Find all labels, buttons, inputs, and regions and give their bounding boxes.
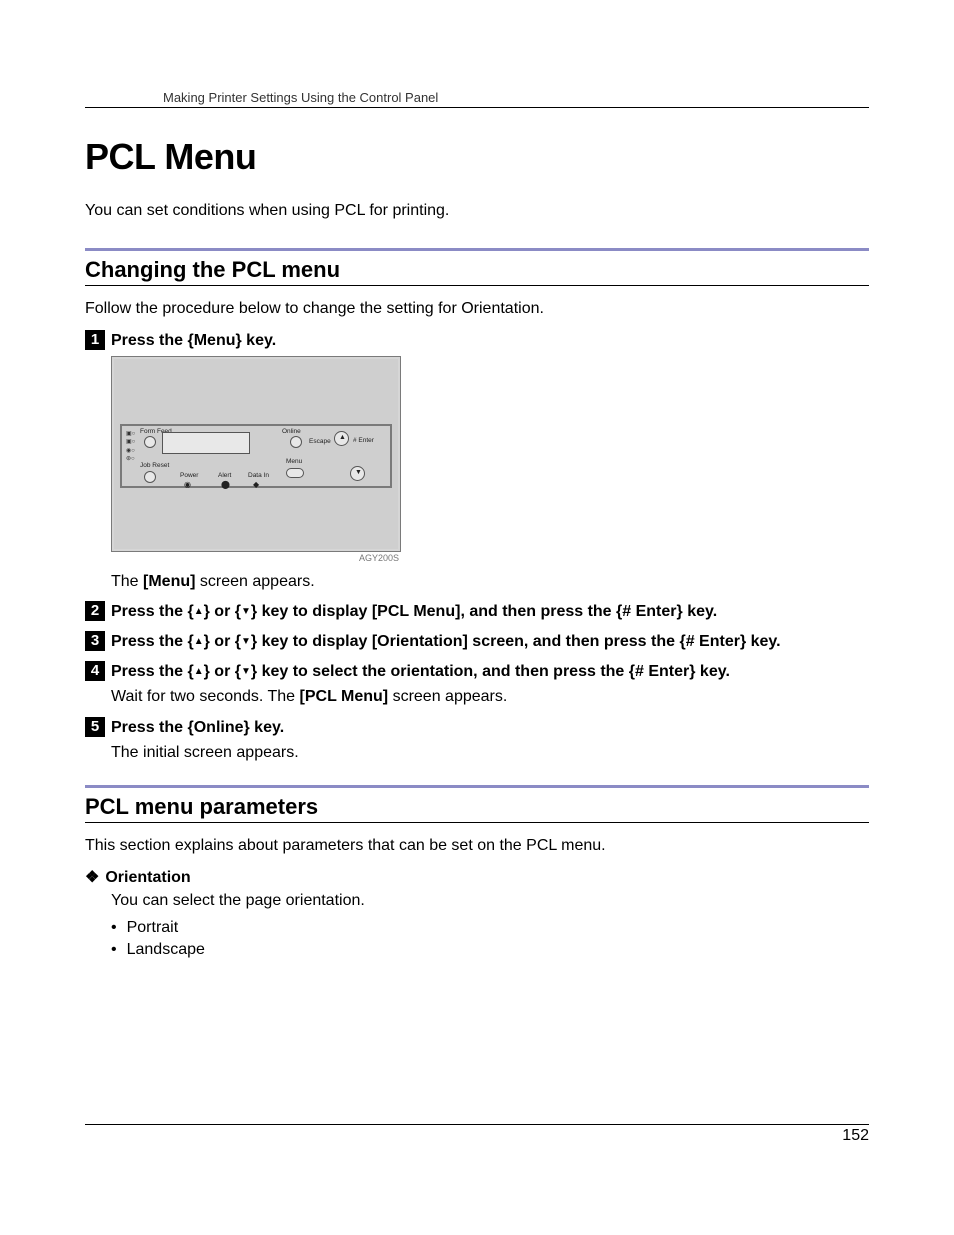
indicator-icons: ▣○▣○◉○⊛○ [126, 430, 135, 464]
text: The [111, 573, 143, 590]
top-rule [85, 107, 869, 108]
pcl-menu-ref: [PCL Menu] [372, 603, 461, 620]
label-data-in: Data In [248, 472, 269, 479]
page-number: 152 [85, 1127, 869, 1145]
param-name: Orientation [105, 869, 190, 887]
step-4-body: Wait for two seconds. The [PCL Menu] scr… [111, 686, 869, 708]
control-panel-figure: ▣○▣○◉○⊛○ Form Feed Job Reset Power ◉ Ale… [111, 356, 401, 563]
key-menu: Menu [194, 332, 236, 349]
label-menu: Menu [286, 458, 302, 465]
list-item: Portrait [111, 919, 869, 937]
step-2-text: Press the {▲} or {▼} key to display [PCL… [111, 601, 869, 623]
page-title: PCL Menu [85, 136, 869, 178]
text: , and then press the [460, 603, 616, 620]
param-orientation: ❖ Orientation You can select the page or… [85, 867, 869, 959]
diamond-bullet-icon: ❖ [85, 867, 99, 887]
step-3: 3 Press the {▲} or {▼} key to display [O… [85, 631, 869, 653]
up-arrow-icon: ▲ [194, 635, 204, 649]
step-2: 2 Press the {▲} or {▼} key to display [P… [85, 601, 869, 623]
text: key. [250, 719, 284, 736]
footer-rule [85, 1124, 869, 1125]
key-enter: # Enter [686, 633, 740, 650]
down-arrow-icon: ▼ [241, 665, 251, 679]
text: Press the [111, 663, 187, 680]
step-1: 1 Press the {Menu} key. ▣○▣○◉○⊛○ Form Fe… [85, 330, 869, 593]
menu-screen-ref: [Menu] [143, 573, 195, 590]
step-4: 4 Press the {▲} or {▼} key to select the… [85, 661, 869, 709]
step-5: 5 Press the {Online} key. The initial sc… [85, 717, 869, 765]
label-online: Online [282, 428, 301, 435]
page-footer: 152 [85, 1124, 869, 1145]
section-changing-heading: Changing the PCL menu [85, 257, 869, 283]
text: key to display [257, 603, 372, 620]
label-escape: Escape [309, 438, 331, 445]
text: Press the [111, 603, 187, 620]
section-divider [85, 248, 869, 251]
section2-lead: This section explains about parameters t… [85, 835, 869, 857]
label-job-reset: Job Reset [140, 462, 169, 469]
text: screen appears. [388, 688, 507, 705]
label-alert: Alert [218, 472, 231, 479]
param-options-list: Portrait Landscape [111, 919, 869, 959]
section-divider [85, 785, 869, 788]
key-enter: # Enter [635, 663, 689, 680]
up-arrow-icon: ▲ [194, 665, 204, 679]
key-enter: # Enter [622, 603, 676, 620]
step-number-icon: 3 [85, 631, 105, 651]
list-item: Landscape [111, 941, 869, 959]
datain-led-icon: ◆ [253, 480, 259, 489]
alert-led-icon: ⬤ [221, 480, 230, 489]
running-head: Making Printer Settings Using the Contro… [163, 90, 869, 105]
text: key. [695, 663, 729, 680]
section-params-heading: PCL menu parameters [85, 794, 869, 820]
step-5-text: Press the {Online} key. [111, 717, 869, 739]
up-arrow-icon: ▲ [194, 605, 204, 619]
text: key. [746, 633, 780, 650]
text-or: or [210, 633, 235, 650]
text-or: or [210, 663, 235, 680]
pcl-menu-ref: [PCL Menu] [300, 688, 389, 705]
intro-text: You can set conditions when using PCL fo… [85, 202, 869, 220]
orientation-ref: [Orientation] [372, 633, 468, 650]
thin-rule [85, 285, 869, 286]
text-or: or [210, 603, 235, 620]
text: key. [683, 603, 717, 620]
param-desc: You can select the page orientation. [111, 889, 869, 913]
power-led-icon: ◉ [184, 480, 191, 489]
text: key to display [257, 633, 372, 650]
text: key. [242, 332, 276, 349]
step-number-icon: 4 [85, 661, 105, 681]
text: key to select the orientation, and then … [257, 663, 629, 680]
up-arrow-icon: ▲ [339, 434, 346, 441]
text: Press the [111, 719, 187, 736]
down-arrow-icon: ▼ [241, 635, 251, 649]
label-enter: # Enter [353, 437, 374, 444]
menu-button [286, 468, 304, 478]
step-5-body: The initial screen appears. [111, 742, 869, 764]
online-button [290, 436, 302, 448]
down-arrow-icon: ▼ [355, 469, 362, 476]
down-arrow-icon: ▼ [241, 605, 251, 619]
text: Wait for two seconds. The [111, 688, 300, 705]
text: screen, and then press the [468, 633, 680, 650]
step-number-icon: 2 [85, 601, 105, 621]
thin-rule [85, 822, 869, 823]
section-lead: Follow the procedure below to change the… [85, 298, 869, 320]
step-3-text: Press the {▲} or {▼} key to display [Ori… [111, 631, 869, 653]
step-1-text: Press the {Menu} key. [111, 330, 869, 352]
step-4-text: Press the {▲} or {▼} key to select the o… [111, 661, 869, 683]
step-number-icon: 1 [85, 330, 105, 350]
label-power: Power [180, 472, 198, 479]
form-feed-button [144, 436, 156, 448]
key-online: Online [194, 719, 244, 736]
text: Press the [111, 332, 187, 349]
figure-caption: AGY200S [111, 553, 401, 563]
text: Press the [111, 633, 187, 650]
text: screen appears. [195, 573, 314, 590]
job-reset-button [144, 471, 156, 483]
step-number-icon: 5 [85, 717, 105, 737]
step-1-body: The [Menu] screen appears. [111, 571, 869, 593]
lcd-screen [162, 432, 250, 454]
